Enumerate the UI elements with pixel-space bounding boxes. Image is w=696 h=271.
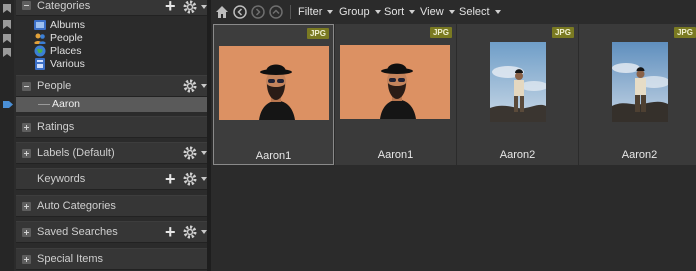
chevron-down-icon xyxy=(327,10,334,15)
expand-icon[interactable] xyxy=(22,255,31,264)
menu-label: Sort xyxy=(384,6,405,18)
category-label: Various xyxy=(50,57,85,70)
saved-searches-title: Saved Searches xyxy=(37,226,118,238)
expand-icon[interactable] xyxy=(22,149,31,158)
people-title: People xyxy=(37,80,72,92)
photo-thumbnail xyxy=(612,42,668,122)
forward-icon[interactable] xyxy=(251,5,265,19)
thumbnail-cell[interactable]: JPG Aaron1 xyxy=(213,24,334,165)
category-albums[interactable]: Albums xyxy=(34,18,85,31)
bookmark-icon[interactable] xyxy=(3,48,11,57)
home-icon[interactable] xyxy=(215,5,229,19)
ratings-title: Ratings xyxy=(37,121,75,133)
toolbar: Filter Group Sort View Select xyxy=(211,0,696,24)
expand-icon[interactable] xyxy=(22,123,31,132)
active-tag-icon[interactable] xyxy=(3,100,13,109)
gear-icon[interactable] xyxy=(182,78,198,94)
thumbnail-caption: Aaron2 xyxy=(499,149,536,161)
auto-categories-title: Auto Categories xyxy=(37,200,116,212)
category-people[interactable]: People xyxy=(34,31,83,44)
gear-icon[interactable] xyxy=(182,0,198,15)
keywords-title: Keywords xyxy=(37,173,86,185)
thumbnail-caption: Aaron1 xyxy=(377,149,414,161)
sidebar: Categories + Albums People Places Variou… xyxy=(14,0,207,271)
chevron-down-icon xyxy=(448,10,455,15)
saved-searches-panel-header[interactable]: Saved Searches + xyxy=(16,221,207,243)
select-menu[interactable]: Select xyxy=(459,6,501,18)
keywords-panel-header[interactable]: Keywords + xyxy=(16,168,207,190)
gear-icon[interactable] xyxy=(182,224,198,240)
toolbar-separator xyxy=(290,5,291,19)
tree-line xyxy=(38,104,50,105)
thumbnail-cell[interactable]: JPG Aaron2 xyxy=(457,24,578,165)
filter-menu[interactable]: Filter xyxy=(298,6,334,18)
expand-icon[interactable] xyxy=(22,202,31,211)
category-label: Places xyxy=(50,44,82,57)
person-label: Aaron xyxy=(52,98,81,110)
bookmark-icon[interactable] xyxy=(3,34,11,43)
labels-panel-header[interactable]: Labels (Default) xyxy=(16,142,207,164)
category-label: People xyxy=(50,31,83,44)
special-items-title: Special Items xyxy=(37,253,104,265)
add-saved-search-button[interactable]: + xyxy=(165,223,176,241)
menu-label: Select xyxy=(459,6,490,18)
menu-label: Filter xyxy=(298,6,323,18)
menu-label: View xyxy=(420,6,444,18)
chevron-down-icon xyxy=(409,10,416,15)
gear-icon[interactable] xyxy=(182,171,198,187)
chevron-down-icon xyxy=(374,10,381,15)
person-item-aaron[interactable]: Aaron xyxy=(16,97,207,112)
auto-categories-panel-header[interactable]: Auto Categories xyxy=(16,195,207,217)
category-places[interactable]: Places xyxy=(34,44,82,57)
add-category-button[interactable]: + xyxy=(165,0,176,15)
thumbnail-caption: Aaron2 xyxy=(621,149,658,161)
special-items-panel-header[interactable]: Special Items xyxy=(16,248,207,270)
left-gutter xyxy=(0,0,14,271)
photo-thumbnail xyxy=(490,42,546,122)
group-menu[interactable]: Group xyxy=(339,6,381,18)
view-menu[interactable]: View xyxy=(420,6,455,18)
up-icon[interactable] xyxy=(269,5,283,19)
collapse-icon[interactable] xyxy=(22,82,31,91)
thumbnail-grid: JPG Aaron1 JPG Aaron1 JPG Aaron2 JPG Aar… xyxy=(211,24,696,271)
category-various[interactable]: Various xyxy=(34,57,85,70)
file-type-badge: JPG xyxy=(673,27,696,38)
gear-icon[interactable] xyxy=(182,145,198,161)
ratings-panel-header[interactable]: Ratings xyxy=(16,116,207,138)
places-icon xyxy=(34,45,46,56)
thumbnail-cell[interactable]: JPG Aaron2 xyxy=(579,24,696,165)
photo-thumbnail xyxy=(340,45,450,119)
various-icon xyxy=(35,57,45,70)
collapse-icon[interactable] xyxy=(22,1,31,10)
thumbnail-cell[interactable]: JPG Aaron1 xyxy=(335,24,456,165)
labels-title: Labels (Default) xyxy=(37,147,115,159)
chevron-down-icon xyxy=(494,10,501,15)
file-type-badge: JPG xyxy=(551,27,574,38)
sort-menu[interactable]: Sort xyxy=(384,6,416,18)
photo-thumbnail xyxy=(219,46,329,120)
categories-title: Categories xyxy=(37,0,91,12)
menu-label: Group xyxy=(339,6,370,18)
expand-icon[interactable] xyxy=(22,228,31,237)
bookmark-icon[interactable] xyxy=(3,4,11,13)
people-panel-header[interactable]: People xyxy=(16,75,207,97)
file-type-badge: JPG xyxy=(306,28,329,39)
add-keyword-button[interactable]: + xyxy=(165,170,176,188)
back-icon[interactable] xyxy=(233,5,247,19)
thumbnail-caption: Aaron1 xyxy=(255,150,292,162)
category-label: Albums xyxy=(50,18,86,31)
albums-icon xyxy=(34,19,46,30)
file-type-badge: JPG xyxy=(429,27,452,38)
people-icon xyxy=(34,33,46,44)
bookmark-icon[interactable] xyxy=(3,20,11,29)
categories-panel-header[interactable]: Categories + xyxy=(16,0,207,16)
